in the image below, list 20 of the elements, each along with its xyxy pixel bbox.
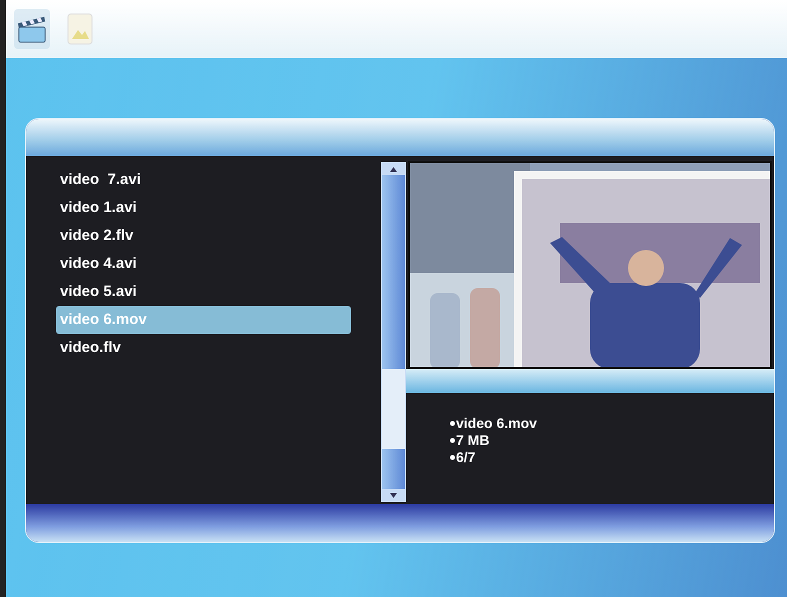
up-arrow-icon — [390, 166, 398, 172]
file-item[interactable]: video 2.flv — [56, 222, 352, 250]
info-text: 6/7 — [456, 449, 476, 466]
file-item[interactable]: video 7.avi — [56, 166, 352, 194]
file-item[interactable]: video.flv — [56, 334, 352, 362]
down-arrow-icon — [390, 492, 398, 498]
info-text: 7 MB — [456, 432, 490, 449]
file-item[interactable]: video 5.avi — [56, 278, 352, 306]
scroll-thumb[interactable] — [382, 369, 405, 449]
scrollbar[interactable] — [381, 162, 406, 502]
photo-icon — [67, 13, 93, 45]
bullet-icon — [450, 438, 455, 443]
bullet-icon — [450, 455, 455, 460]
file-item[interactable]: video 1.avi — [56, 194, 352, 222]
info-text: video 6.mov — [456, 415, 537, 432]
file-item[interactable]: video 4.avi — [56, 250, 352, 278]
video-button[interactable] — [14, 9, 50, 49]
scroll-up-button[interactable] — [382, 163, 405, 175]
scroll-down-button[interactable] — [382, 489, 405, 501]
bullet-icon — [450, 421, 455, 426]
